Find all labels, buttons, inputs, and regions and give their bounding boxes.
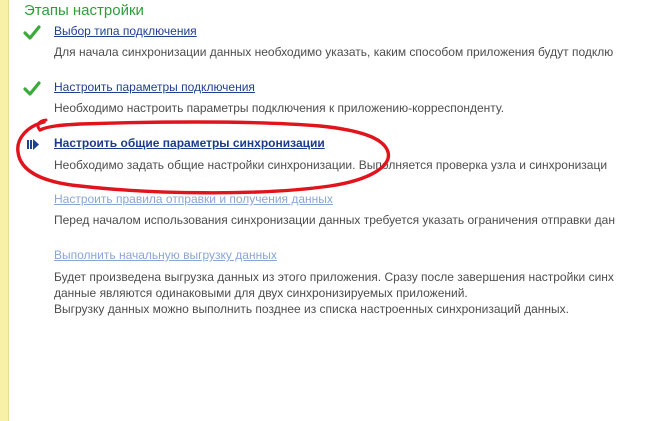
step-description: Необходимо задать общие настройки синхро… <box>54 158 608 172</box>
red-highlight-annotation <box>16 118 391 195</box>
step-description-line: Будет произведена выгрузка данных из это… <box>54 270 614 284</box>
step-description: Необходимо настроить параметры подключен… <box>54 101 505 115</box>
step-link-exchange-rules[interactable]: Настроить правила отправки и получения д… <box>54 192 333 206</box>
checkmark-icon <box>23 81 41 96</box>
checkmark-icon <box>23 25 41 40</box>
step-description-line: Выгрузку данных можно выполнить позднее … <box>54 302 569 316</box>
step-link-connection-params[interactable]: Настроить параметры подключения <box>54 80 255 94</box>
step-link-sync-params[interactable]: Настроить общие параметры синхронизации <box>54 136 325 150</box>
left-panel-strip <box>0 0 9 421</box>
step-description-line: данные являются одинаковыми для двух син… <box>54 286 468 300</box>
step-link-connection-type[interactable]: Выбор типа подключения <box>54 24 197 38</box>
section-title: Этапы настройки <box>24 2 144 19</box>
current-step-arrow-icon <box>27 139 39 150</box>
step-description: Для начала синхронизации данных необходи… <box>54 45 614 59</box>
step-description: Перед началом использования синхронизаци… <box>54 213 615 227</box>
step-link-initial-export[interactable]: Выполнить начальную выгрузку данных <box>54 248 277 262</box>
